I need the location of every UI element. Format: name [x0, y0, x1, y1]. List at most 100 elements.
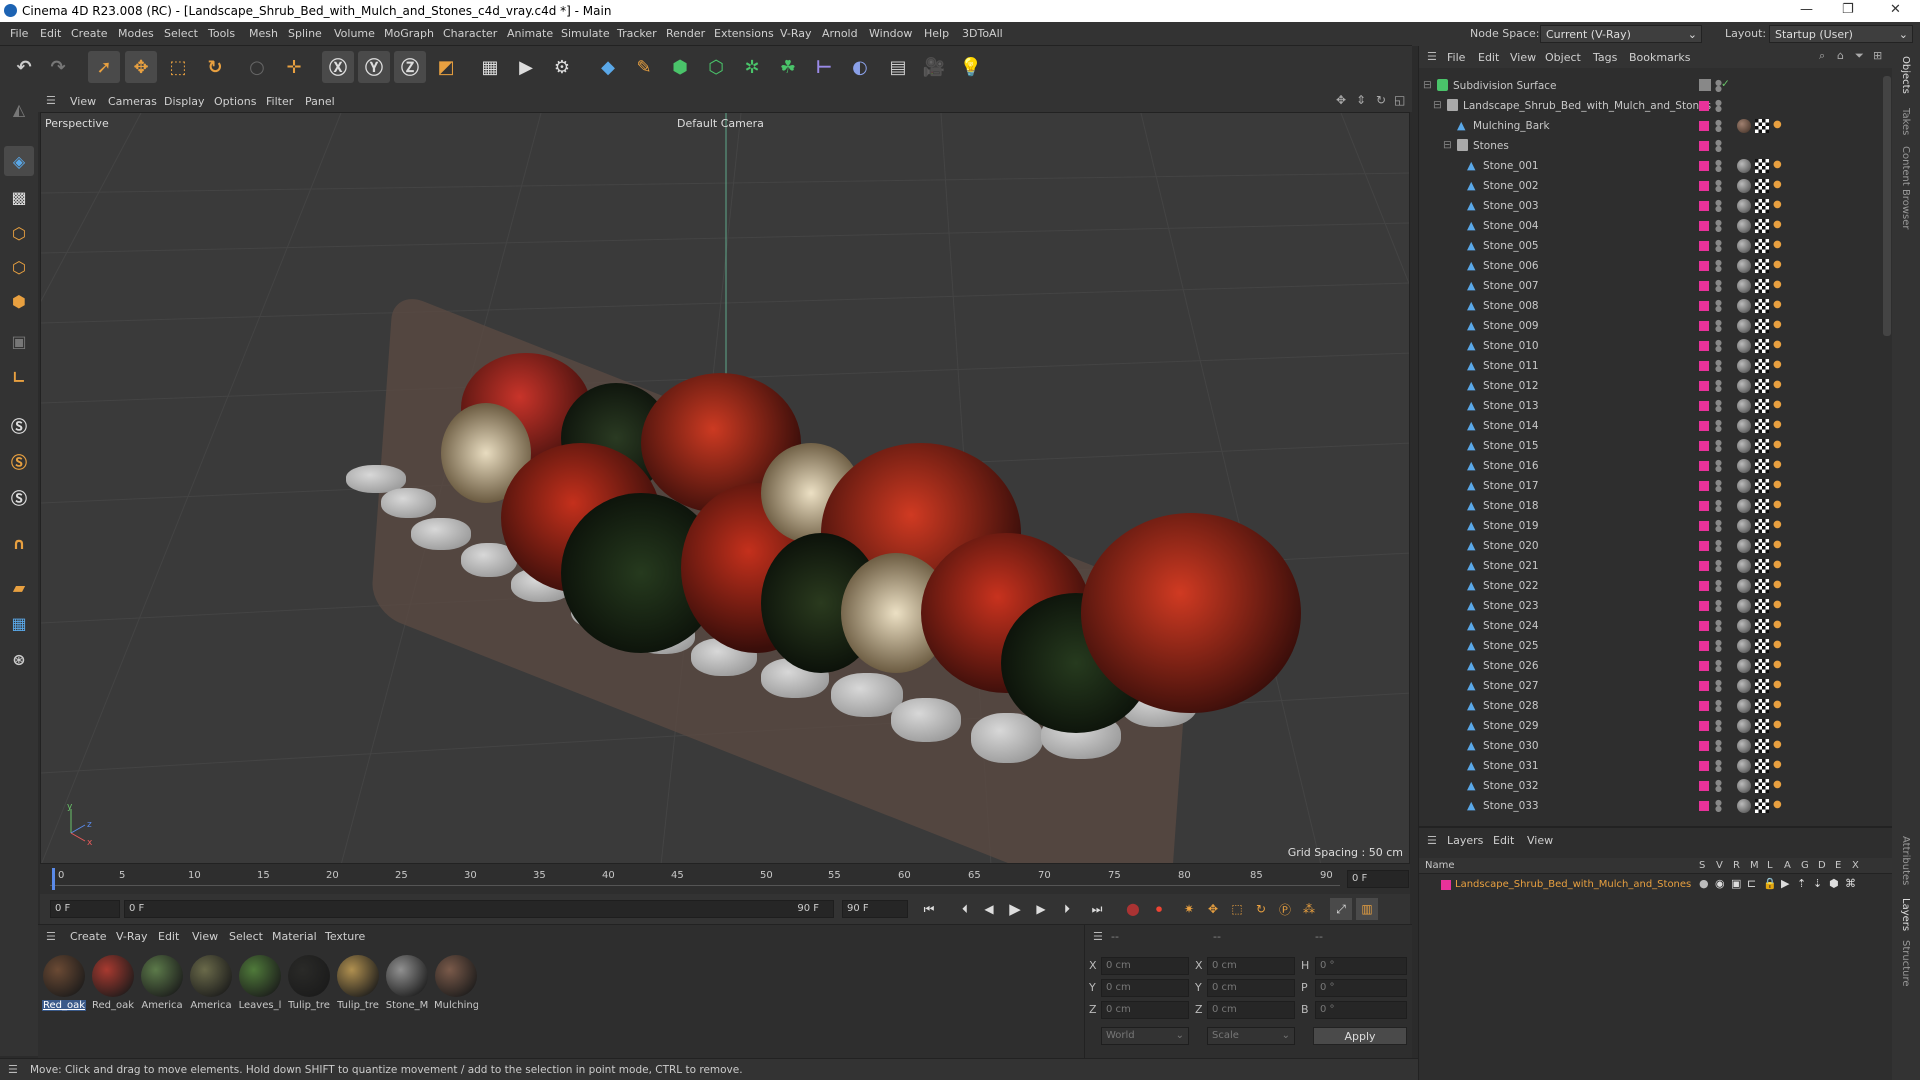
uvw-tag-icon[interactable] — [1755, 339, 1769, 353]
hamburger-icon[interactable]: ☰ — [46, 94, 56, 107]
vray-tag-icon[interactable]: ● — [1773, 359, 1787, 373]
render-view-icon[interactable]: ▶ — [510, 51, 542, 83]
visibility-dots-icon[interactable]: ● ● — [1715, 399, 1722, 413]
visibility-dots-icon[interactable]: ● ● — [1715, 199, 1722, 213]
uvw-tag-icon[interactable] — [1755, 479, 1769, 493]
live-select-icon[interactable]: ○ — [241, 51, 273, 83]
object-row-stone[interactable]: ▲ Stone_016 ● ● ● — [1419, 456, 1879, 476]
camera-icon[interactable]: 🎥 — [918, 51, 950, 83]
vray-tag-icon[interactable]: ● — [1773, 659, 1787, 673]
material-preview-ball[interactable] — [141, 955, 183, 997]
object-row-stones-group[interactable]: ⊟ Stones ● ● — [1419, 136, 1879, 156]
vray-tag-icon[interactable]: ● — [1773, 539, 1787, 553]
mat-menu-create[interactable]: Create — [70, 930, 107, 943]
z-axis-lock-icon[interactable]: Ⓩ — [394, 51, 426, 83]
menu-arnold[interactable]: Arnold — [822, 27, 858, 40]
key-position-icon[interactable]: ✥ — [1202, 898, 1224, 920]
menu-tracker[interactable]: Tracker — [617, 27, 657, 40]
visibility-dots-icon[interactable]: ● ● — [1715, 739, 1722, 753]
object-row-stone[interactable]: ▲ Stone_002 ● ● ● — [1419, 176, 1879, 196]
key-rotation-icon[interactable]: ↻ — [1250, 898, 1272, 920]
object-row-stone[interactable]: ▲ Stone_021 ● ● ● — [1419, 556, 1879, 576]
material-tag-icon[interactable] — [1737, 459, 1751, 473]
obj-menu-edit[interactable]: Edit — [1478, 51, 1499, 64]
uvw-tag-icon[interactable] — [1755, 679, 1769, 693]
axis-mode-icon[interactable]: ∟ — [4, 362, 34, 392]
transform-icon[interactable]: ✛ — [278, 51, 310, 83]
uvw-tag-icon[interactable] — [1755, 359, 1769, 373]
dope-sheet-icon[interactable]: ▥ — [1356, 898, 1378, 920]
uvw-tag-icon[interactable] — [1755, 419, 1769, 433]
menu-character[interactable]: Character — [443, 27, 497, 40]
material-tag-icon[interactable] — [1737, 779, 1751, 793]
object-row-stone[interactable]: ▲ Stone_015 ● ● ● — [1419, 436, 1879, 456]
visibility-dots-icon[interactable]: ● ● — [1715, 539, 1722, 553]
object-row-stone[interactable]: ▲ Stone_012 ● ● ● — [1419, 376, 1879, 396]
object-row-stone[interactable]: ▲ Stone_027 ● ● ● — [1419, 676, 1879, 696]
hamburger-icon[interactable]: ☰ — [46, 930, 56, 943]
vray-tag-icon[interactable]: ● — [1773, 339, 1787, 353]
object-row-stone[interactable]: ▲ Stone_010 ● ● ● — [1419, 336, 1879, 356]
tab-content-browser[interactable]: Content Browser — [1900, 146, 1911, 229]
material-tag-icon[interactable] — [1737, 259, 1751, 273]
vray-tag-icon[interactable]: ● — [1773, 259, 1787, 273]
visibility-dots-icon[interactable]: ● ● — [1715, 359, 1722, 373]
menu-modes[interactable]: Modes — [118, 27, 154, 40]
vray-tag-icon[interactable]: ● — [1773, 479, 1787, 493]
menu-render[interactable]: Render — [666, 27, 705, 40]
uvw-tag-icon[interactable] — [1755, 579, 1769, 593]
end-frame-field[interactable]: 90 F — [842, 900, 908, 918]
current-frame-field[interactable]: 0 F — [50, 900, 120, 918]
scale-x-field[interactable]: 0 cm — [1207, 957, 1295, 975]
material-tag-icon[interactable] — [1737, 319, 1751, 333]
visibility-dots-icon[interactable]: ● ● — [1715, 319, 1722, 333]
goto-start-icon[interactable]: ⏮ — [918, 898, 940, 920]
object-row-group[interactable]: ⊟ Landscape_Shrub_Bed_with_Mulch_and_Sto… — [1419, 96, 1879, 116]
uvw-tag-icon[interactable] — [1755, 719, 1769, 733]
object-row-stone[interactable]: ▲ Stone_005 ● ● ● — [1419, 236, 1879, 256]
material-preview-ball[interactable] — [43, 955, 85, 997]
model-mode-icon[interactable]: ◈ — [4, 146, 34, 176]
vray-tag-icon[interactable]: ● — [1773, 459, 1787, 473]
menu-simulate[interactable]: Simulate — [561, 27, 610, 40]
material-tag-icon[interactable] — [1737, 299, 1751, 313]
uvw-tag-icon[interactable] — [1755, 219, 1769, 233]
object-row-stone[interactable]: ▲ Stone_009 ● ● ● — [1419, 316, 1879, 336]
mat-menu-vray[interactable]: V-Ray — [116, 930, 148, 943]
material-swatch[interactable]: Red_oak — [91, 955, 135, 1013]
position-x-field[interactable]: 0 cm — [1101, 957, 1189, 975]
uvw-tag-icon[interactable] — [1755, 499, 1769, 513]
maximize-view-icon[interactable]: ◱ — [1394, 93, 1405, 107]
rotation-h-field[interactable]: 0 ° — [1315, 957, 1407, 975]
size-mode-dropdown[interactable]: Scale ⌄ — [1207, 1027, 1295, 1045]
menu-create[interactable]: Create — [71, 27, 108, 40]
vray-tag-icon[interactable]: ● — [1773, 219, 1787, 233]
material-tag-icon[interactable] — [1737, 759, 1751, 773]
uv-mode-icon[interactable]: ▣ — [4, 326, 34, 356]
menu-select[interactable]: Select — [164, 27, 198, 40]
cloner-icon[interactable]: ✲ — [736, 51, 768, 83]
new-view-icon[interactable]: ⊞ — [1873, 49, 1882, 62]
workplane-icon[interactable]: ▰ — [4, 572, 34, 602]
object-row-stone[interactable]: ▲ Stone_013 ● ● ● — [1419, 396, 1879, 416]
layers-menu-layers[interactable]: Layers — [1447, 834, 1483, 847]
visibility-dots-icon[interactable]: ● ● — [1715, 639, 1722, 653]
snap-3d-icon[interactable]: Ⓢ — [4, 482, 34, 512]
hamburger-icon[interactable]: ☰ — [8, 1063, 18, 1076]
visibility-dots-icon[interactable]: ● ● — [1715, 259, 1722, 273]
material-preview-ball[interactable] — [92, 955, 134, 997]
vray-tag-icon[interactable]: ● — [1773, 199, 1787, 213]
scale-y-field[interactable]: 0 cm — [1207, 979, 1295, 997]
mat-menu-material[interactable]: Material — [272, 930, 317, 943]
uvw-tag-icon[interactable] — [1755, 739, 1769, 753]
object-row-stone[interactable]: ▲ Stone_003 ● ● ● — [1419, 196, 1879, 216]
material-tag-icon[interactable] — [1737, 219, 1751, 233]
floor-icon[interactable]: ▤ — [882, 51, 914, 83]
visibility-dots-icon[interactable]: ● ● — [1715, 699, 1722, 713]
material-tag-icon[interactable] — [1737, 439, 1751, 453]
vray-tag-icon[interactable]: ● — [1773, 639, 1787, 653]
uvw-tag-icon[interactable] — [1755, 599, 1769, 613]
magnet-icon[interactable]: ∩ — [4, 528, 34, 558]
uvw-tag-icon[interactable] — [1755, 179, 1769, 193]
viewport-menu-display[interactable]: Display — [164, 95, 205, 108]
